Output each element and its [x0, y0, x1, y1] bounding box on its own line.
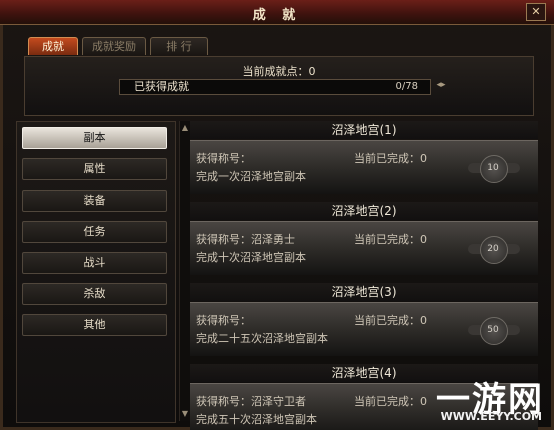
achievement-title: 获得称号：沼泽勇士 [196, 233, 295, 246]
achievement-name: 沼泽地宫(3) [190, 283, 538, 301]
scrollbar[interactable]: ▲ ▼ [179, 121, 190, 421]
achievement-progress: 当前已完成：0 [354, 314, 427, 327]
achievement-name: 沼泽地宫(1) [190, 121, 538, 139]
progress-value: 0/78 [395, 81, 418, 92]
achievement-desc: 完成十次沼泽地宫副本 [196, 251, 306, 264]
tab-achievements[interactable]: 成就 [28, 37, 78, 55]
achievement-title: 获得称号： [196, 314, 251, 327]
achievement-card: 沼泽地宫(3) 获得称号： 当前已完成：0 完成二十五次沼泽地宫副本 50 [190, 283, 538, 367]
watermark-logo: 一游网 WWW.EEYY.COM [420, 372, 546, 426]
category-attributes[interactable]: 属性 [22, 158, 167, 180]
achievement-summary: 当前成就点：0 已获得成就 0/78 ◂▸ [24, 56, 534, 116]
achievement-title: 获得称号： [196, 152, 251, 165]
category-kills[interactable]: 杀敌 [22, 283, 167, 305]
title-bar: 成 就 ✕ [0, 0, 554, 25]
medal-icon: 20 [468, 233, 520, 265]
achievement-desc: 完成五十次沼泽地宫副本 [196, 413, 317, 426]
watermark-url: WWW.EEYY.COM [440, 410, 542, 423]
category-combat[interactable]: 战斗 [22, 252, 167, 274]
achievement-body: 获得称号： 当前已完成：0 完成二十五次沼泽地宫副本 50 [190, 302, 538, 356]
progress-label: 已获得成就 [134, 80, 189, 93]
category-quests[interactable]: 任务 [22, 221, 167, 243]
achievement-progress: 当前已完成：0 [354, 395, 427, 408]
achievement-body: 获得称号：沼泽勇士 当前已完成：0 完成十次沼泽地宫副本 20 [190, 221, 538, 275]
medal-points: 50 [487, 325, 499, 335]
category-equipment[interactable]: 装备 [22, 190, 167, 212]
close-button[interactable]: ✕ [526, 3, 546, 21]
achievement-name: 沼泽地宫(2) [190, 202, 538, 220]
category-dungeon[interactable]: 副本 [22, 127, 167, 149]
achievement-points: 当前成就点：0 [242, 65, 316, 78]
achievement-card: 沼泽地宫(1) 获得称号： 当前已完成：0 完成一次沼泽地宫副本 10 [190, 121, 538, 205]
medal-points: 20 [487, 244, 499, 254]
achievement-body: 获得称号： 当前已完成：0 完成一次沼泽地宫副本 10 [190, 140, 538, 194]
medal-points: 10 [487, 163, 499, 173]
category-sidebar: 副本 属性 装备 任务 战斗 杀敌 其他 [16, 121, 176, 423]
achievement-desc: 完成二十五次沼泽地宫副本 [196, 332, 328, 345]
achievement-card: 沼泽地宫(2) 获得称号：沼泽勇士 当前已完成：0 完成十次沼泽地宫副本 20 [190, 202, 538, 286]
tab-ranking[interactable]: 排 行 [150, 37, 208, 55]
scroll-down-icon[interactable]: ▼ [180, 409, 190, 419]
tab-achievement-rewards[interactable]: 成就奖励 [82, 37, 146, 55]
medal-icon: 10 [468, 152, 520, 184]
achievement-progress: 当前已完成：0 [354, 152, 427, 165]
achievement-title: 获得称号：沼泽守卫者 [196, 395, 306, 408]
progress-toggle-icon[interactable]: ◂▸ [435, 80, 447, 93]
medal-icon: 50 [468, 314, 520, 346]
achievement-progress-bar: 已获得成就 0/78 [119, 79, 431, 95]
scroll-up-icon[interactable]: ▲ [180, 123, 190, 133]
achievement-progress: 当前已完成：0 [354, 233, 427, 246]
achievement-desc: 完成一次沼泽地宫副本 [196, 170, 306, 183]
window-title: 成 就 [252, 8, 302, 23]
category-other[interactable]: 其他 [22, 314, 167, 336]
